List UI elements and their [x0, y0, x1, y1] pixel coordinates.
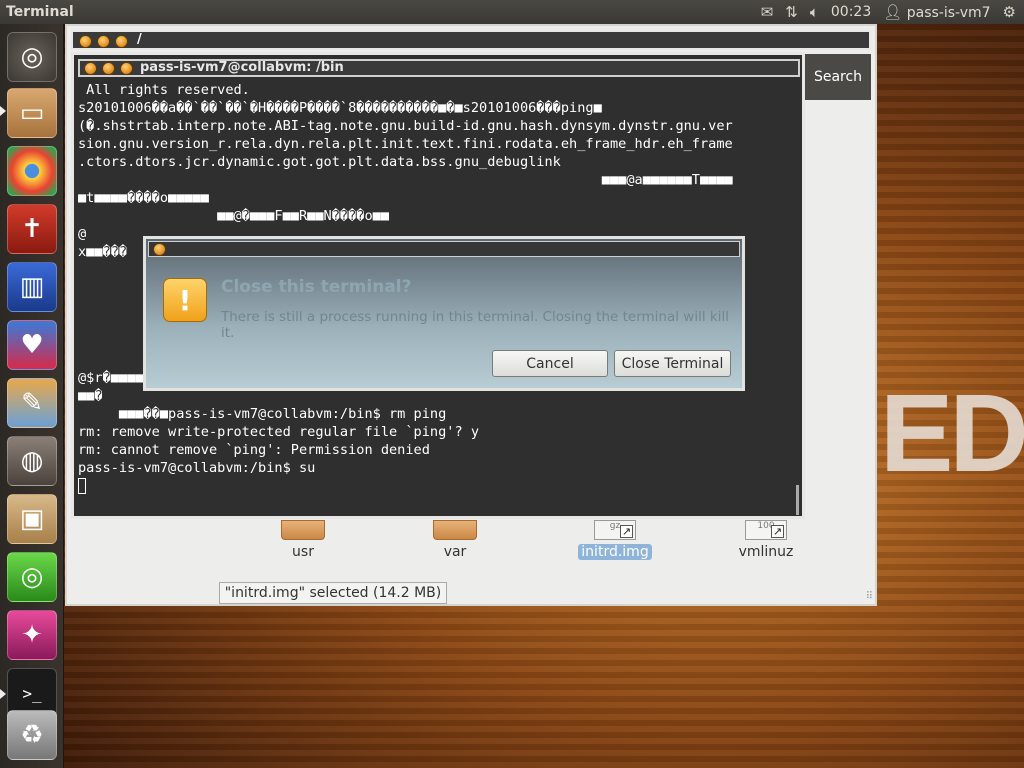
running-indicator: [0, 106, 6, 116]
book-app-icon[interactable]: ▥: [7, 262, 57, 312]
file-label: usr: [292, 544, 314, 560]
file-item-var[interactable]: var: [427, 520, 483, 560]
magic-wand-app-icon[interactable]: ✦: [7, 610, 57, 660]
document-file-icon: 100 ↗: [745, 520, 787, 540]
terminal-cursor: [78, 478, 86, 494]
file-label: vmlinuz: [738, 544, 794, 560]
launcher: ◎ ▭ ✝ ▥ ♥ ✎ ◍ ▣ ◎ ✦ >_ ♻: [0, 24, 64, 768]
resize-grip-icon[interactable]: ⠿: [866, 591, 873, 602]
cross-heart-app-icon[interactable]: ♥: [7, 320, 57, 370]
top-panel: Terminal ✉ ⇅ 🔈︎ 00:23 👤︎ pass-is-vm7 ⚙: [0, 0, 1024, 24]
minimize-icon[interactable]: [97, 35, 110, 48]
dialog-message: There is still a process running in this…: [221, 309, 729, 341]
user-icon: 👤︎: [883, 3, 903, 21]
maximize-icon[interactable]: [115, 35, 128, 48]
package-installer-icon[interactable]: ▣: [7, 494, 57, 544]
terminal-line: pass-is-vm7@collabvm:/bin$ su: [78, 460, 316, 476]
gear-icon[interactable]: ⚙: [1003, 3, 1016, 21]
volume-icon[interactable]: 🔈︎: [810, 3, 819, 21]
cancel-button[interactable]: Cancel: [492, 350, 608, 377]
file-item-usr[interactable]: usr: [275, 520, 331, 560]
bible-app-icon[interactable]: ✝: [7, 204, 57, 254]
file-manager-titlebar[interactable]: /: [71, 30, 871, 50]
folder-icon: [281, 520, 325, 540]
ubuntu-software-icon[interactable]: ◎: [7, 552, 57, 602]
terminal-line: rm: remove write-protected regular file …: [78, 424, 480, 440]
close-terminal-button[interactable]: Close Terminal: [614, 350, 731, 377]
user-menu[interactable]: 👤︎ pass-is-vm7: [883, 3, 990, 21]
close-terminal-dialog: ! Close this terminal? There is still a …: [143, 236, 745, 391]
file-label: var: [443, 544, 467, 560]
warning-icon: !: [163, 278, 207, 322]
files-icon[interactable]: ▭: [7, 88, 57, 138]
file-item-vmlinuz[interactable]: 100 ↗ vmlinuz: [731, 520, 801, 560]
paint-app-icon[interactable]: ✎: [7, 378, 57, 428]
chrome-icon[interactable]: [7, 146, 57, 196]
terminal-scrollbar[interactable]: [796, 485, 799, 515]
active-app-title: Terminal: [6, 4, 74, 20]
user-name: pass-is-vm7: [906, 5, 991, 21]
terminal-line: rm: cannot remove `ping': Permission den…: [78, 442, 430, 458]
terminal-line: ■■■@a■■■■■■T■■■■: [78, 172, 733, 188]
search-button[interactable]: Search: [805, 54, 871, 100]
terminal-line: ■■■��■pass-is-vm7@collabvm:/bin$ rm ping: [78, 406, 447, 422]
terminal-title: pass-is-vm7@collabvm: /bin: [140, 60, 344, 75]
terminal-line: All rights reserved.: [78, 82, 250, 98]
mail-icon[interactable]: ✉: [761, 3, 774, 21]
speaker-app-icon[interactable]: ◍: [7, 436, 57, 486]
folder-icon: [433, 520, 477, 540]
symlink-arrow-icon: ↗: [620, 525, 633, 538]
close-icon[interactable]: [79, 35, 92, 48]
terminal-line: ■t■■■■����o■■■■■: [78, 190, 209, 206]
file-item-initrd[interactable]: gz ↗ initrd.img: [575, 520, 655, 560]
terminal-line: ■■@�■■■F■■R■■N����o■■: [78, 208, 389, 224]
archive-file-icon: gz ↗: [594, 520, 636, 540]
maximize-icon[interactable]: [120, 62, 133, 75]
terminal-line: s20101006��a��`��`��`�H����P����`8������…: [78, 100, 602, 116]
minimize-icon[interactable]: [102, 62, 115, 75]
dialog-titlebar[interactable]: [148, 241, 740, 257]
trash-icon[interactable]: ♻: [7, 710, 57, 760]
close-icon[interactable]: [153, 243, 166, 256]
clock[interactable]: 00:23: [831, 4, 871, 20]
terminal-line: .ctors.dtors.jcr.dynamic.got.got.plt.dat…: [78, 154, 561, 170]
file-label: initrd.img: [578, 544, 652, 560]
terminal-line: (�.shstrtab.interp.note.ABI-tag.note.gnu…: [78, 118, 733, 134]
indicator-area: ✉ ⇅ 🔈︎ 00:23 👤︎ pass-is-vm7 ⚙: [761, 3, 1024, 21]
terminal-line: sion.gnu.version_r.rela.dyn.rela.plt.ini…: [78, 136, 733, 152]
network-icon[interactable]: ⇅: [785, 3, 798, 21]
running-indicator: [0, 689, 6, 699]
terminal-titlebar[interactable]: pass-is-vm7@collabvm: /bin: [78, 59, 800, 77]
close-icon[interactable]: [84, 62, 97, 75]
dialog-heading: Close this terminal?: [221, 277, 412, 297]
ubuntu-home-icon[interactable]: ◎: [7, 32, 57, 82]
symlink-arrow-icon: ↗: [771, 525, 784, 538]
wallpaper-text: ED: [880, 372, 1024, 495]
status-bar: "initrd.img" selected (14.2 MB): [219, 582, 447, 604]
file-badge: gz: [609, 521, 621, 531]
file-manager-title: /: [137, 32, 142, 47]
